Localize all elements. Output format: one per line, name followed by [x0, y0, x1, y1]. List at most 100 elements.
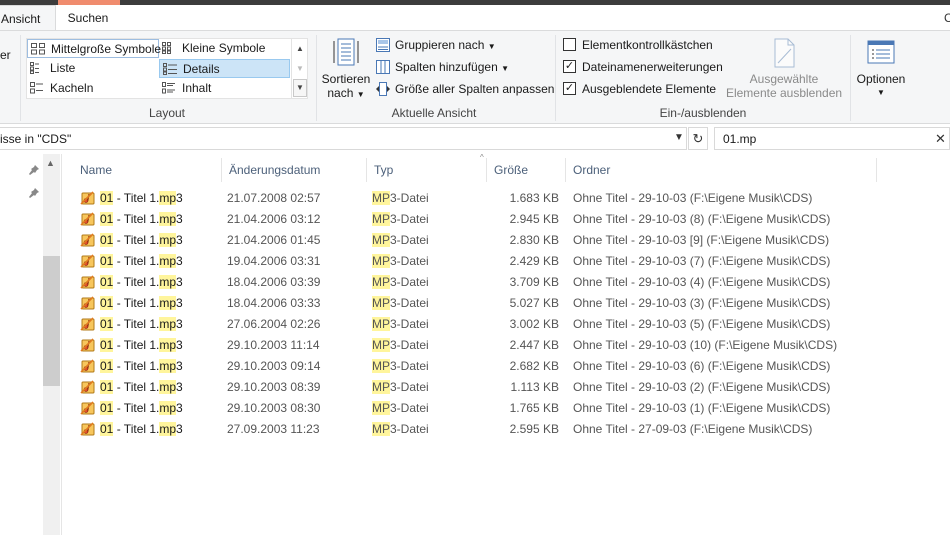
add-columns-button[interactable]: Spalten hinzufügen ▼ [376, 57, 509, 77]
column-header-name[interactable]: Name [74, 154, 220, 186]
table-row[interactable]: 01 - Titel 1.mp3 19.04.2006 03:31 MP3-Date… [78, 251, 918, 272]
group-label-current-view: Aktuelle Ansicht [391, 106, 477, 120]
table-row[interactable]: 01 - Titel 1.mp3 27.06.2004 02:26 MP3-Date… [78, 314, 918, 335]
pin-icon[interactable] [28, 187, 40, 199]
file-name-cell[interactable]: 01 - Titel 1.mp3 [80, 230, 183, 251]
file-name-text: 3 [176, 233, 183, 247]
column-divider[interactable] [486, 158, 487, 182]
audio-file-icon [80, 359, 95, 373]
table-row[interactable]: 01 - Titel 1.mp3 21.04.2006 03:12 MP3-Date… [78, 209, 918, 230]
table-row[interactable]: 01 - Titel 1.mp3 21.04.2006 01:45 MP3-Date… [78, 230, 918, 251]
fit-columns-button[interactable]: Größe aller Spalten anpassen [376, 79, 554, 99]
options-dropdown-icon: ▼ [877, 88, 885, 97]
options-button[interactable]: Optionen ▼ [853, 37, 909, 100]
file-type-text: 3-Datei [390, 212, 429, 226]
audio-file-icon [80, 317, 95, 331]
tab-ansicht[interactable]: Ansicht [0, 5, 56, 31]
clear-search-icon[interactable]: ✕ [935, 131, 946, 147]
table-row[interactable]: 01 - Titel 1.mp3 18.04.2006 03:39 MP3-Date… [78, 272, 918, 293]
layout-tiles[interactable]: Kacheln [27, 79, 159, 98]
file-name-cell[interactable]: 01 - Titel 1.mp3 [80, 356, 183, 377]
sort-by-button[interactable]: Sortieren nach ▼ [321, 37, 371, 102]
sort-dropdown-icon: ▼ [356, 90, 365, 99]
table-row[interactable]: 01 - Titel 1.mp3 29.10.2003 08:30 MP3-Date… [78, 398, 918, 419]
pin-icon[interactable] [28, 164, 40, 176]
file-name-cell[interactable]: 01 - Titel 1.mp3 [80, 251, 183, 272]
layout-medium-icons[interactable]: Mittelgroße Symbole [27, 39, 162, 58]
group-by-label: Gruppieren nach [395, 38, 485, 52]
file-name-text: 3 [176, 212, 183, 226]
table-row[interactable]: 01 - Titel 1.mp3 27.09.2003 11:23 MP3-Date… [78, 419, 918, 440]
file-name-cell[interactable]: 01 - Titel 1.mp3 [80, 377, 183, 398]
file-type-cell: MP3-Datei [372, 209, 429, 230]
layout-gallery: Mittelgroße Symbole Kleine Symbole Liste… [26, 38, 308, 99]
file-type-text: 3-Datei [390, 380, 429, 394]
table-row[interactable]: 01 - Titel 1.mp3 29.10.2003 11:14 MP3-Date… [78, 335, 918, 356]
scroll-thumb[interactable] [43, 256, 60, 386]
address-path: isse in "CDS" [0, 132, 72, 146]
table-row[interactable]: 01 - Titel 1.mp3 18.04.2006 03:33 MP3-Date… [78, 293, 918, 314]
address-history-chevron-icon[interactable]: ▼ [674, 132, 684, 143]
file-name-cell[interactable]: 01 - Titel 1.mp3 [80, 188, 183, 209]
layout-details[interactable]: Details [159, 59, 290, 78]
file-date-cell: 29.10.2003 08:39 [227, 380, 321, 394]
file-name-cell[interactable]: 01 - Titel 1.mp3 [80, 314, 183, 335]
ribbon-partial-label: er [0, 48, 11, 62]
file-name-cell[interactable]: 01 - Titel 1.mp3 [80, 293, 183, 314]
layout-content[interactable]: Inhalt [159, 79, 290, 98]
hide-selected-label-1: Ausgewählte [749, 72, 819, 86]
gallery-up-icon[interactable]: ▲ [292, 39, 308, 58]
file-type-text: 3-Datei [390, 191, 429, 205]
gallery-down-icon[interactable]: ▼ [292, 59, 308, 78]
search-highlight: MP [372, 359, 390, 373]
layout-list[interactable]: Liste [27, 59, 159, 78]
file-name-cell[interactable]: 01 - Titel 1.mp3 [80, 398, 183, 419]
search-highlight: mp [159, 254, 177, 268]
column-divider[interactable] [876, 158, 877, 182]
tab-suchen[interactable]: Suchen [57, 5, 119, 31]
column-header-size[interactable]: Größe [488, 154, 564, 186]
column-header-date[interactable]: Änderungsdatum [223, 154, 365, 186]
group-label-layout: Layout [148, 106, 186, 120]
ribbon: er Mittelgroße Symbole Kleine Symbole Li… [0, 30, 950, 124]
hide-selected-icon [774, 38, 795, 68]
hidden-items-checkbox[interactable]: ✓ [563, 82, 576, 95]
address-bar[interactable]: isse in "CDS" [0, 127, 687, 150]
file-name-cell[interactable]: 01 - Titel 1.mp3 [80, 335, 183, 356]
table-row[interactable]: 01 - Titel 1.mp3 29.10.2003 08:39 MP3-Date… [78, 377, 918, 398]
layout-tiles-label: Kacheln [50, 81, 94, 95]
column-divider[interactable] [565, 158, 566, 182]
scroll-up-icon[interactable]: ▲ [46, 158, 55, 168]
item-checkboxes-toggle[interactable]: Elementkontrollkästchen [562, 36, 713, 54]
sort-label-2: nach ▼ [321, 86, 371, 102]
file-extensions-toggle[interactable]: ✓ Dateinamenerweiterungen [562, 58, 723, 76]
layout-small-icons[interactable]: Kleine Symbole [159, 39, 290, 58]
search-input[interactable]: 01.mp [714, 127, 950, 150]
hidden-items-toggle[interactable]: ✓ Ausgeblendete Elemente [562, 80, 716, 98]
table-row[interactable]: 01 - Titel 1.mp3 21.07.2008 02:57 MP3-Date… [78, 188, 918, 209]
hide-selected-button[interactable]: Ausgewählte Elemente ausblenden [724, 37, 844, 100]
file-name-cell[interactable]: 01 - Titel 1.mp3 [80, 209, 183, 230]
nav-scrollbar[interactable]: ▲ [43, 154, 60, 535]
options-icon [867, 40, 895, 64]
refresh-icon[interactable]: ↻ [688, 127, 708, 150]
options-label: Optionen [856, 72, 906, 86]
search-highlight: 01 [100, 275, 114, 289]
search-highlight: MP [372, 191, 390, 205]
column-divider[interactable] [221, 158, 222, 182]
gallery-more-icon[interactable]: ▼ [293, 79, 307, 97]
item-checkboxes-checkbox[interactable] [563, 38, 576, 51]
column-header-type[interactable]: Typ [368, 154, 485, 186]
table-row[interactable]: 01 - Titel 1.mp3 29.10.2003 09:14 MP3-Date… [78, 356, 918, 377]
file-size-cell: 3.709 KB [509, 275, 559, 289]
file-date-cell: 29.10.2003 08:30 [227, 401, 321, 415]
column-divider[interactable] [366, 158, 367, 182]
file-extensions-checkbox[interactable]: ✓ [563, 60, 576, 73]
ribbon-separator [20, 35, 21, 121]
file-name-cell[interactable]: 01 - Titel 1.mp3 [80, 419, 183, 440]
layout-medium-icons-label: Mittelgroße Symbole [51, 42, 162, 56]
file-name-cell[interactable]: 01 - Titel 1.mp3 [80, 272, 183, 293]
layout-details-label: Details [183, 62, 220, 76]
column-header-folder[interactable]: Ordner [567, 154, 875, 186]
group-by-button[interactable]: Gruppieren nach ▼ [376, 35, 496, 55]
